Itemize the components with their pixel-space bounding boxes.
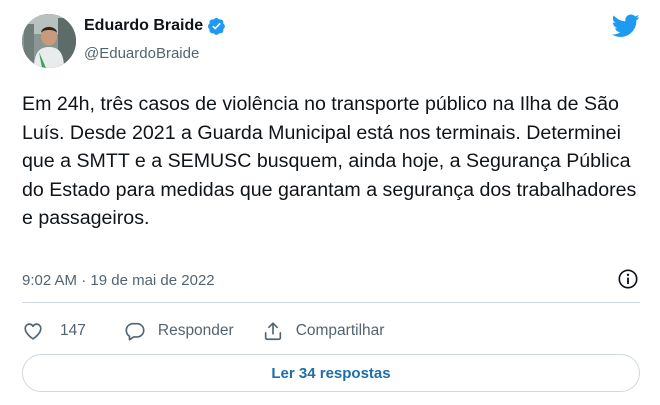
reply-label: Responder [157, 322, 234, 339]
avatar-photo [22, 14, 76, 68]
author-handle[interactable]: @EduardoBraide [84, 45, 199, 62]
info-icon[interactable] [617, 268, 639, 290]
reply-button[interactable]: Responder [124, 320, 234, 342]
share-label: Compartilhar [295, 322, 385, 339]
read-replies-button[interactable]: Ler 34 respostas [22, 354, 640, 392]
share-icon [264, 322, 281, 341]
author-name[interactable]: Eduardo Braide [84, 17, 203, 35]
tweet-timestamp[interactable]: 9:02 AM · 19 de mai de 2022 [22, 272, 215, 289]
divider [22, 302, 640, 303]
share-button[interactable]: Compartilhar [262, 320, 385, 342]
like-button[interactable]: 147 [22, 320, 86, 342]
author-name-row: Eduardo Braide [84, 17, 226, 35]
like-count: 147 [60, 322, 86, 339]
heart-icon [24, 323, 42, 340]
verified-badge-icon [208, 17, 226, 35]
avatar[interactable] [22, 14, 76, 68]
twitter-logo-icon[interactable] [612, 14, 640, 38]
meta-separator: · [81, 272, 87, 289]
reply-bubble-icon [125, 322, 145, 341]
tweet-text: Em 24h, três casos de violência no trans… [22, 93, 637, 230]
tweet-actions: 147 Responder Compartilhar [22, 318, 384, 344]
tweet-date: 19 de mai de 2022 [90, 272, 215, 289]
tweet-time: 9:02 AM [22, 272, 78, 289]
